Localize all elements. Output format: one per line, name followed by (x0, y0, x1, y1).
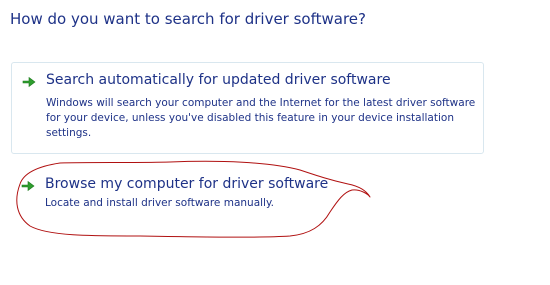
option-title: Search automatically for updated driver … (46, 72, 391, 88)
green-arrow-icon (22, 76, 36, 88)
option-description: Windows will search your computer and th… (46, 97, 476, 139)
driver-search-dialog: How do you want to search for driver sof… (0, 0, 550, 285)
option-title: Browse my computer for driver software (45, 176, 329, 192)
green-arrow-icon (21, 180, 35, 192)
option-description: Locate and install driver software manua… (45, 197, 275, 209)
search-automatically-option[interactable]: Search automatically for updated driver … (11, 62, 484, 154)
browse-computer-option[interactable]: Browse my computer for driver software L… (11, 168, 484, 218)
page-title: How do you want to search for driver sof… (10, 10, 366, 28)
